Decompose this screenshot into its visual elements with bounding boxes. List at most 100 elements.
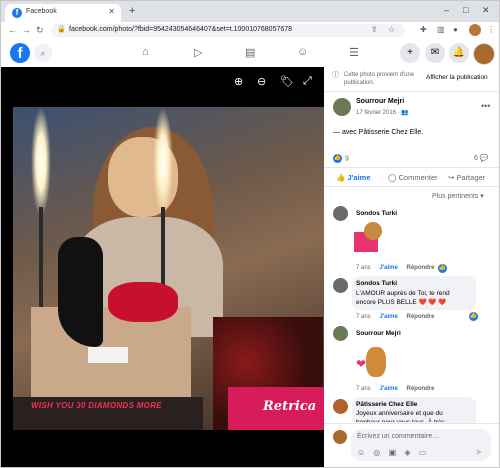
tab-title: Facebook [26,8,57,15]
composer-emoji-gif-icons[interactable]: ☺ ◎ ▣ ◈ ▭ [357,448,429,457]
fullscreen-icon[interactable]: ⤢ [303,75,312,88]
comment-icon: ◯ [388,173,397,182]
profile-avatar[interactable] [469,24,481,36]
marketplace-icon[interactable]: ▤ [245,46,255,59]
close-tab-icon[interactable]: ✕ [108,7,115,16]
post-date[interactable]: 17 février 2016 · 👥 [356,109,409,116]
composer-avatar [333,430,347,444]
comment-age: 7 ans [356,386,371,392]
sparkler-left [31,107,51,217]
comment-count[interactable]: 6 💬 [474,154,489,162]
send-icon[interactable]: ➤ [475,447,483,458]
close-window-button[interactable]: ✕ [482,5,490,16]
comment-text: Joyeux anniversaire et que du bonheur po… [356,410,445,422]
menu-icon[interactable]: ☰ [349,46,359,59]
zoom-in-icon[interactable]: ⊕ [234,75,243,88]
lock-icon[interactable]: 🔒 [57,25,66,33]
show-post-link[interactable]: Afficher la publication [426,74,488,81]
commenter-avatar[interactable] [333,278,348,293]
photo-image[interactable]: WISH YOU 30 DIAMONDS MORE Retrica [13,107,324,430]
minimize-button[interactable]: – [444,5,449,15]
comment-input[interactable]: Écrivez un commentaire… ☺ ◎ ▣ ◈ ▭ ➤ [351,429,491,461]
profile-icon[interactable]: ● [453,25,458,34]
comment-author[interactable]: Sondos Turki [356,280,397,287]
url-text[interactable]: facebook.com/photo/?fbid=954243054646407… [69,26,292,33]
divider [324,186,499,187]
photo-source-text: Cette photo provient d'une publication. [344,72,415,86]
facebook-logo-icon[interactable]: f [10,43,30,63]
comment-text: L'AMOUR auprès de Toi, te rend encore PL… [356,290,450,306]
divider [324,91,499,92]
tab-facebook[interactable]: f Facebook ✕ [5,4,121,22]
new-tab-button[interactable]: + [129,5,135,17]
bookmark-star-icon[interactable]: ☆ [388,25,395,34]
gift-sticker [354,222,384,254]
comment-author[interactable]: Pâtisserie Chez Elle [356,401,417,408]
address-bar-row: ← → ↻ 🔒 facebook.com/photo/?fbid=9542430… [1,22,499,41]
back-icon[interactable]: ← [8,25,17,35]
dog-sticker-character [366,347,386,377]
zoom-out-icon[interactable]: ⊖ [257,75,266,88]
comment-meta: 7 ans J'aime Répondre [356,314,435,320]
forward-icon[interactable]: → [22,25,31,35]
reaction-count[interactable]: 👍 9 [333,154,349,163]
home-icon[interactable]: ⌂ [142,46,149,58]
dog-heart-sticker: ❤ [356,347,386,379]
sidepanel-icon[interactable]: ▥ [437,25,445,34]
extensions-icon[interactable]: ✚ [420,25,427,34]
commenter-avatar[interactable] [333,326,348,341]
url-field[interactable]: 🔒 facebook.com/photo/?fbid=9542430546464… [51,24,405,37]
comment-button[interactable]: ◯ Commenter [388,173,438,182]
share-icon[interactable]: ⇪ [371,25,378,34]
account-avatar[interactable] [473,43,495,65]
comment-reply-link[interactable]: Répondre [406,386,434,392]
comment-like-link[interactable]: J'aime [379,386,397,392]
comment-like-link[interactable]: J'aime [379,265,397,271]
like-button-label: J'aime [347,173,371,182]
comment-meta: 7 ans J'aime Répondre [356,265,435,271]
search-icon[interactable]: ⌕ [34,44,52,62]
divider [324,167,499,168]
comment-sort-dropdown[interactable]: Plus pertinents ▾ [432,192,484,200]
comment-placeholder[interactable]: Écrivez un commentaire… [357,433,439,440]
comment-reply-link[interactable]: Répondre [406,265,434,271]
reload-icon[interactable]: ↻ [36,25,44,36]
sticker-character [364,222,382,240]
comment-composer: Écrivez un commentaire… ☺ ◎ ▣ ◈ ▭ ➤ [324,423,499,467]
messenger-icon[interactable]: ✉ [425,43,445,63]
thumbs-up-icon: 👍 [336,173,346,182]
comment-meta: 7 ans J'aime Répondre [356,386,435,392]
comment-age: 7 ans [356,265,371,271]
author-avatar[interactable] [333,98,351,116]
comment-bubble-icon: 💬 [479,155,489,162]
comment-reply-link[interactable]: Répondre [406,314,434,320]
tab-bar: f Facebook ✕ + – □ ✕ [1,1,499,22]
photo-ribbon [108,282,178,322]
more-options-icon[interactable]: ••• [481,101,490,111]
share-button[interactable]: ↪ Partager [448,173,485,182]
tag-icon[interactable]: 🏷 [280,75,294,88]
comment-author[interactable]: Sondos Turki [356,210,397,217]
browser-window: f Facebook ✕ + – □ ✕ ← → ↻ 🔒 facebook.co… [0,0,500,468]
groups-icon[interactable]: ☺ [297,46,308,58]
cake-inscription: WISH YOU 30 DIAMONDS MORE [31,401,162,410]
photo-viewer: ⊕ ⊖ 🏷 ⤢ WISH YOU 30 DIAMONDS MORE Retric… [1,67,324,467]
notifications-bell-icon[interactable]: 🔔 [449,43,469,63]
info-icon: ⓘ [332,72,339,79]
menu-kebab-icon[interactable]: ⋮ [487,25,495,34]
photo-cake-label [88,347,128,363]
watch-icon[interactable]: ▷ [194,46,202,59]
comment-like-link[interactable]: J'aime [379,314,397,320]
photo-shoe [58,237,103,347]
like-reaction-icon: 👍 [333,154,342,163]
author-name[interactable]: Sourrour Mejri [356,98,404,105]
facebook-header: f ⌕ ⌂ ▷ ▤ ☺ ☰ + ✉ 🔔 [1,40,499,68]
maximize-button[interactable]: □ [463,5,468,15]
like-reaction-icon: 👍 [438,264,447,273]
create-button[interactable]: + [400,43,420,63]
commenter-avatar[interactable] [333,206,348,221]
comment-author[interactable]: Sourrour Mejri [356,330,401,337]
retrica-watermark: Retrica [263,399,317,414]
like-button[interactable]: 👍 J'aime [336,173,371,182]
commenter-avatar[interactable] [333,399,348,414]
